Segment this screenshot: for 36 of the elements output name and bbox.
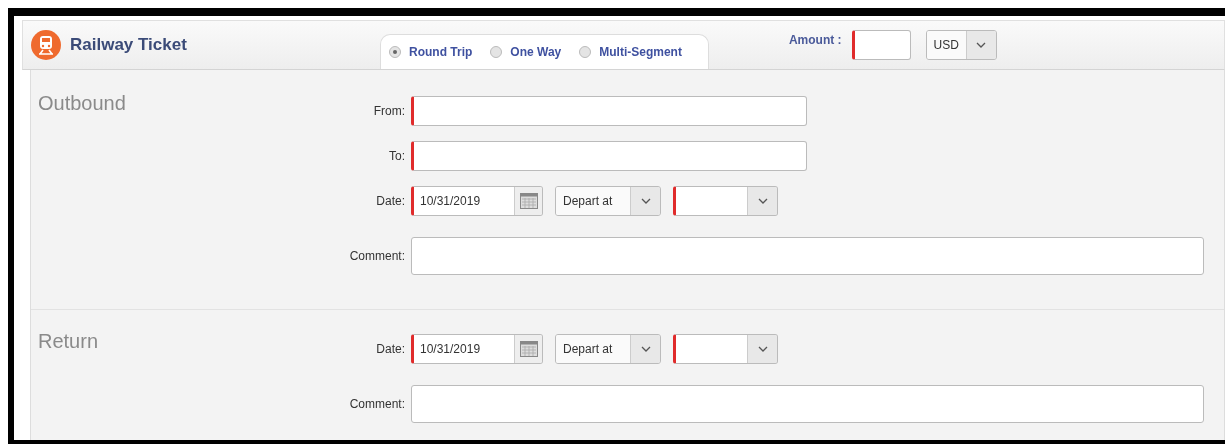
mode-select[interactable]: Depart at (555, 186, 661, 216)
radio-label: One Way (510, 45, 562, 59)
form-title: Railway Ticket (70, 35, 188, 55)
amount-label: Amount : (788, 33, 842, 47)
time-select[interactable] (673, 334, 778, 364)
field-label: From: (372, 104, 405, 118)
text-field[interactable] (411, 96, 807, 126)
comment-field[interactable] (411, 237, 1204, 275)
chevron-icon (757, 346, 768, 352)
chevron-icon (976, 42, 987, 48)
field-label: To: (388, 149, 405, 163)
chevron-icon (640, 346, 651, 352)
chevron-icon (640, 198, 651, 204)
section-title: Return (37, 330, 100, 354)
text-field[interactable] (411, 141, 807, 171)
radio-label: Multi-Segment (599, 45, 682, 59)
calendar-icon (519, 341, 538, 357)
field-label: Date: (375, 342, 405, 356)
amount-field[interactable] (851, 30, 911, 60)
trip-type-radio[interactable]: Round Trip (389, 45, 473, 59)
radio-label: Round Trip (409, 45, 473, 59)
field-label: Comment: (348, 249, 405, 263)
train-icon (31, 30, 61, 60)
currency-select[interactable]: USD (925, 30, 997, 60)
field-label: Date: (375, 194, 405, 208)
trip-type-radio[interactable]: Multi-Segment (579, 45, 682, 59)
date-field[interactable]: 10/31/2019 (411, 334, 543, 364)
mode-select[interactable]: Depart at (555, 334, 661, 364)
section-title: Outbound (37, 92, 127, 116)
chevron-icon (757, 198, 768, 204)
time-select[interactable] (673, 186, 778, 216)
calendar-icon (519, 193, 538, 209)
comment-field[interactable] (411, 385, 1204, 423)
date-field[interactable]: 10/31/2019 (411, 186, 543, 216)
field-label: Comment: (348, 397, 405, 411)
trip-type-radio[interactable]: One Way (490, 45, 562, 59)
